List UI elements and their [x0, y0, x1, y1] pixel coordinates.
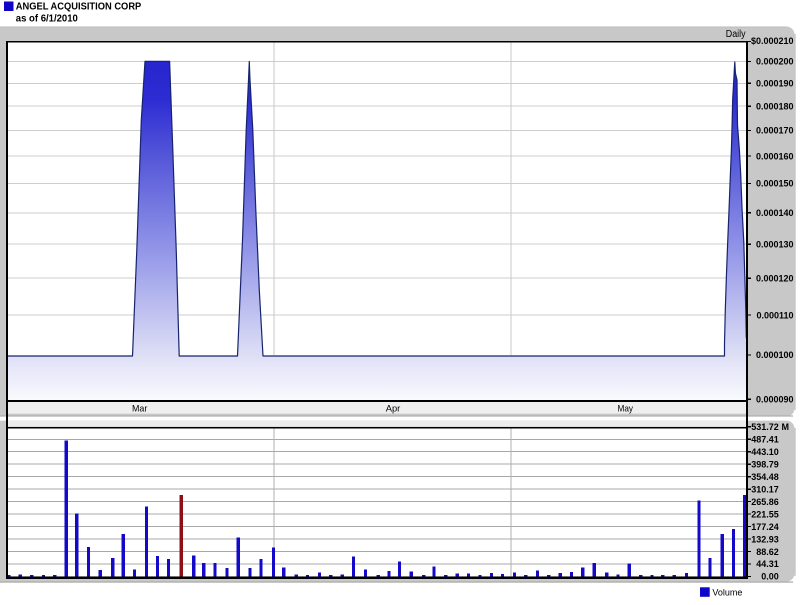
svg-text:0.000110: 0.000110 [756, 310, 793, 320]
svg-text:Apr: Apr [386, 403, 401, 414]
svg-text:221.55: 221.55 [751, 509, 779, 519]
svg-text:Volume: Volume [712, 587, 742, 597]
svg-text:531.72: 531.72 [751, 422, 779, 432]
svg-text:44.31: 44.31 [756, 559, 779, 569]
svg-text:Mar: Mar [132, 403, 147, 414]
svg-text:May: May [618, 403, 634, 414]
svg-text:132.93: 132.93 [751, 534, 779, 544]
svg-text:0.000190: 0.000190 [756, 79, 794, 89]
svg-text:0.00: 0.00 [761, 572, 779, 582]
svg-text:0.000120: 0.000120 [756, 273, 794, 283]
svg-text:0.000090: 0.000090 [756, 395, 794, 405]
svg-text:88.62: 88.62 [756, 547, 779, 557]
svg-text:0.000150: 0.000150 [756, 179, 794, 189]
svg-text:0.000180: 0.000180 [756, 101, 794, 111]
svg-text:Daily: Daily [726, 29, 746, 40]
svg-text:0.000200: 0.000200 [756, 57, 794, 67]
svg-text:$0.000210: $0.000210 [751, 36, 794, 46]
svg-text:0.000140: 0.000140 [756, 208, 794, 218]
svg-text:as of 6/1/2010: as of 6/1/2010 [16, 13, 78, 25]
svg-text:0.000170: 0.000170 [756, 126, 794, 136]
svg-text:487.41: 487.41 [751, 435, 779, 445]
svg-text:443.10: 443.10 [751, 447, 779, 457]
svg-text:265.86: 265.86 [751, 497, 779, 507]
svg-text:0.000160: 0.000160 [756, 151, 794, 161]
svg-text:398.79: 398.79 [751, 459, 779, 469]
svg-text:177.24: 177.24 [751, 522, 779, 532]
svg-text:0.000130: 0.000130 [756, 239, 794, 249]
svg-text:354.48: 354.48 [751, 472, 779, 482]
svg-text:310.17: 310.17 [751, 484, 779, 494]
svg-text:M: M [782, 422, 790, 432]
svg-text:0.000100: 0.000100 [756, 350, 794, 360]
svg-text:ANGEL ACQUISITION CORP: ANGEL ACQUISITION CORP [16, 1, 142, 13]
